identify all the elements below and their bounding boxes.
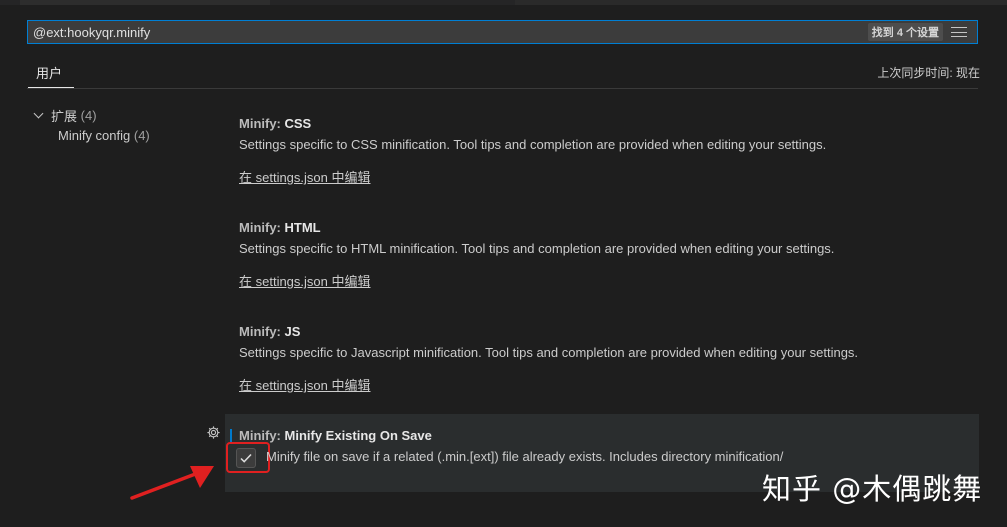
settings-search-box: 找到 4 个设置 — [27, 20, 978, 44]
edit-in-settings-json-link[interactable]: 在 settings.json 中编辑 — [239, 271, 371, 290]
checkmark-icon — [240, 453, 252, 463]
toc-group-count: (4) — [80, 107, 97, 123]
setting-key: JS — [284, 324, 301, 339]
setting-description: Minify file on save if a related (.min.[… — [266, 449, 784, 464]
setting-minify-js: Minify: JS Settings specific to Javascri… — [239, 323, 999, 395]
edit-in-settings-json-link[interactable]: 在 settings.json 中编辑 — [239, 375, 371, 394]
annotation-arrow-icon — [130, 466, 214, 500]
toc-group-label: 扩展 — [51, 108, 78, 124]
setting-category: Minify: — [239, 116, 285, 131]
setting-minify-html: Minify: HTML Settings specific to HTML m… — [239, 219, 999, 291]
modified-indicator — [230, 429, 232, 443]
toc-item-count: (4) — [133, 128, 150, 143]
filter-settings-icon[interactable] — [951, 25, 967, 39]
chevron-down-icon — [33, 108, 44, 119]
gear-icon[interactable] — [206, 425, 221, 440]
setting-key: CSS — [284, 116, 312, 131]
setting-category: Minify: — [239, 220, 285, 235]
setting-title: Minify: JS — [239, 323, 999, 340]
setting-key: Minify Existing On Save — [284, 428, 432, 443]
toc-group-extensions[interactable]: 扩展 (4) — [32, 106, 150, 124]
toc-item-label: Minify config — [58, 128, 131, 143]
minify-existing-on-save-checkbox[interactable] — [236, 448, 256, 468]
editor-tab-strip — [0, 0, 1007, 5]
setting-description: Settings specific to CSS minification. T… — [239, 137, 827, 152]
settings-editor: 找到 4 个设置 用户 上次同步时间: 现在 扩展 (4) Minify con… — [0, 0, 1007, 527]
editor-tab-other[interactable] — [515, 0, 1007, 5]
sync-status: 上次同步时间: 现在 — [877, 66, 980, 80]
search-result-count: 找到 4 个设置 — [867, 23, 943, 41]
watermark-text: 知乎 @木偶跳舞 — [762, 472, 983, 506]
setting-title: Minify: Minify Existing On Save — [239, 427, 999, 444]
editor-tab-settings[interactable] — [20, 0, 270, 5]
setting-minify-existing-on-save: Minify: Minify Existing On Save — [239, 427, 999, 444]
setting-key: HTML — [284, 220, 321, 235]
setting-description: Settings specific to HTML minification. … — [239, 241, 835, 256]
setting-minify-css: Minify: CSS Settings specific to CSS min… — [239, 115, 999, 187]
setting-category: Minify: — [239, 324, 285, 339]
toc-item-minify-config[interactable]: Minify config (4) — [58, 128, 150, 146]
tab-user-settings[interactable]: 用户 — [36, 63, 62, 82]
edit-in-settings-json-link[interactable]: 在 settings.json 中编辑 — [239, 167, 371, 186]
setting-category: Minify: — [239, 428, 285, 443]
header-divider — [27, 88, 978, 89]
settings-toc: 扩展 (4) Minify config (4) — [32, 106, 150, 146]
setting-description: Settings specific to Javascript minifica… — [239, 345, 859, 360]
setting-title: Minify: HTML — [239, 219, 999, 236]
setting-title: Minify: CSS — [239, 115, 999, 132]
settings-search-input[interactable] — [28, 21, 868, 43]
